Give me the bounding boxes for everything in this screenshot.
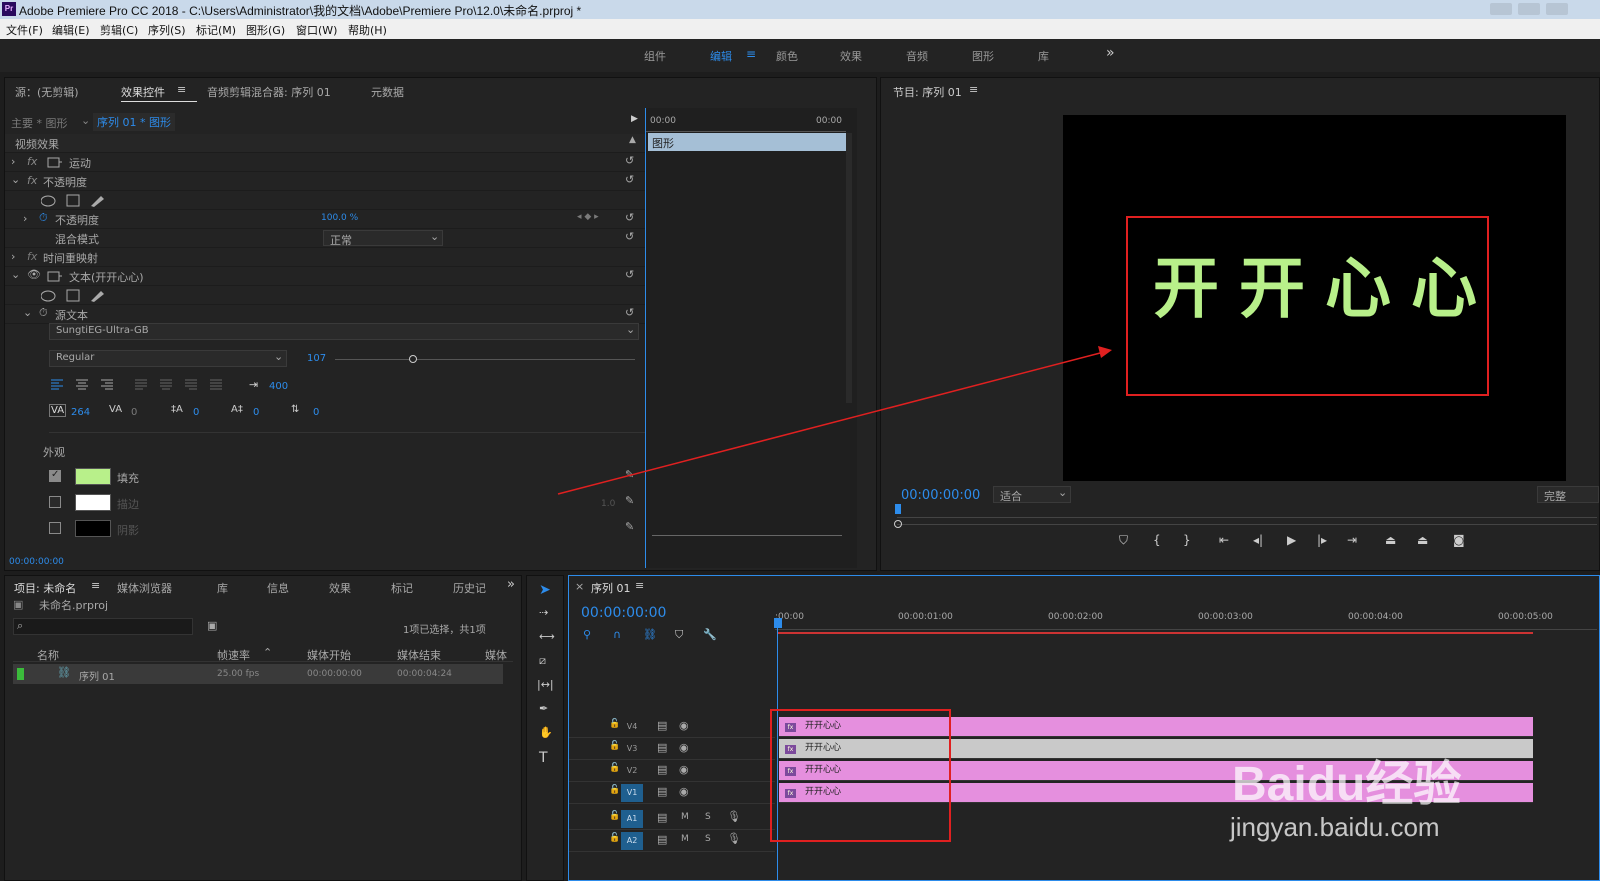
watermark-brand: Baidu经验 — [1232, 758, 1462, 811]
watermark-url: jingyan.baidu.com — [1230, 812, 1440, 842]
